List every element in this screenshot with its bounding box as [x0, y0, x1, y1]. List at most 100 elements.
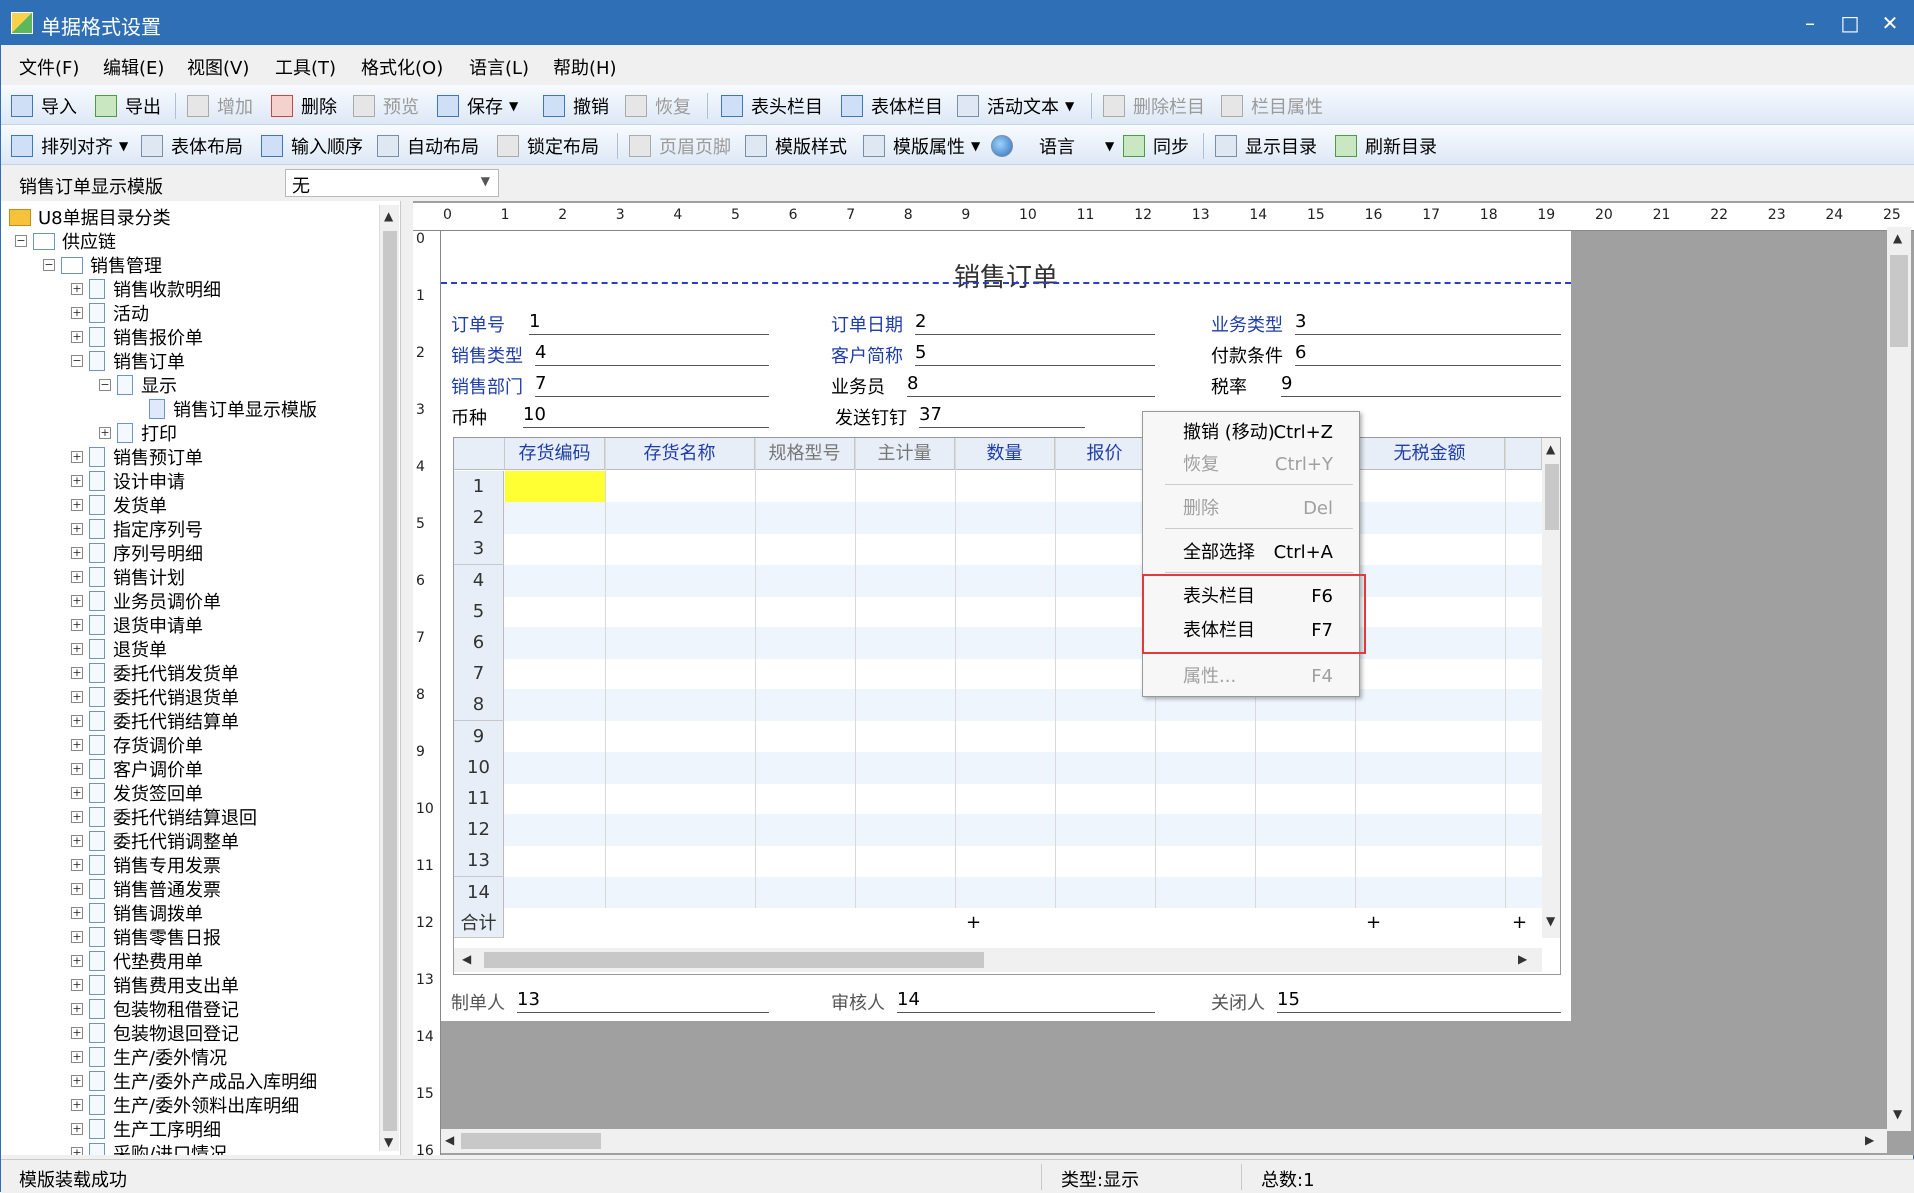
- tax-rate-field[interactable]: 9: [1281, 373, 1561, 397]
- currency-field[interactable]: 10: [523, 404, 769, 428]
- tree-node[interactable]: + 序列号明细: [71, 541, 203, 565]
- close-button[interactable]: ✕: [1875, 9, 1905, 37]
- tree-node[interactable]: + 采购/进口情况: [71, 1141, 227, 1155]
- menu-file[interactable]: 文件(F): [19, 54, 79, 80]
- body-column-button[interactable]: 表体栏目: [841, 93, 943, 119]
- expand-icon[interactable]: +: [71, 331, 83, 343]
- customer-label[interactable]: 客户简称: [831, 342, 903, 368]
- scroll-thumb[interactable]: [461, 1133, 601, 1149]
- tree-node[interactable]: + 退货申请单: [71, 613, 203, 637]
- column-header[interactable]: 规格型号: [755, 438, 855, 470]
- expand-icon[interactable]: +: [71, 1075, 83, 1087]
- import-button[interactable]: 导入: [11, 93, 77, 119]
- expand-icon[interactable]: +: [71, 667, 83, 679]
- table-row[interactable]: 2: [454, 502, 1560, 535]
- delete-button[interactable]: 删除: [271, 93, 337, 119]
- sales-type-field[interactable]: 4: [535, 342, 769, 366]
- salesman-label[interactable]: 业务员: [831, 373, 885, 399]
- table-row[interactable]: 1: [454, 471, 1560, 503]
- tree-node-template[interactable]: 销售订单显示模版: [149, 397, 317, 421]
- expand-icon[interactable]: +: [71, 1147, 83, 1155]
- order-no-label[interactable]: 订单号: [451, 311, 505, 337]
- scroll-down-icon[interactable]: ▼: [1546, 914, 1555, 928]
- maker-label[interactable]: 制单人: [451, 989, 505, 1015]
- scroll-down-icon[interactable]: ▼: [384, 1135, 393, 1149]
- tree-node[interactable]: + 包装物退回登记: [71, 1021, 239, 1045]
- tree-node[interactable]: + 委托代销结算单: [71, 709, 239, 733]
- maximize-button[interactable]: □: [1835, 9, 1865, 37]
- table-row[interactable]: 9: [454, 720, 1560, 753]
- add-button[interactable]: 增加: [187, 93, 253, 119]
- expand-icon[interactable]: +: [71, 547, 83, 559]
- expand-icon[interactable]: +: [71, 691, 83, 703]
- tree-node[interactable]: + 生产工序明细: [71, 1117, 221, 1141]
- expand-icon[interactable]: +: [71, 931, 83, 943]
- menu-view[interactable]: 视图(V): [187, 54, 249, 80]
- expand-icon[interactable]: +: [71, 979, 83, 991]
- context-properties[interactable]: 属性... F4: [1143, 662, 1361, 692]
- ship-pin-label[interactable]: 发送钉钉: [835, 404, 907, 430]
- expand-icon[interactable]: +: [71, 955, 83, 967]
- scroll-up-icon[interactable]: ▲: [1893, 231, 1902, 245]
- table-row[interactable]: 13: [454, 845, 1560, 878]
- tree-node[interactable]: + 指定序列号: [71, 517, 203, 541]
- tree-node[interactable]: + 代垫费用单: [71, 949, 203, 973]
- context-delete[interactable]: 删除 Del: [1143, 494, 1361, 524]
- body-layout-button[interactable]: 表体布局: [141, 133, 243, 159]
- tree-node[interactable]: + 销售专用发票: [71, 853, 221, 877]
- column-header[interactable]: 存货编码: [505, 438, 605, 470]
- expand-icon[interactable]: +: [71, 1123, 83, 1135]
- tree-node[interactable]: + 发货单: [71, 493, 167, 517]
- tree-node[interactable]: + 委托代销调整单: [71, 829, 239, 853]
- scroll-up-icon[interactable]: ▲: [1546, 442, 1555, 456]
- table-row[interactable]: 10: [454, 751, 1560, 784]
- expand-icon[interactable]: +: [99, 427, 111, 439]
- tree-node[interactable]: + 业务员调价单: [71, 589, 221, 613]
- tree-node[interactable]: + 生产/委外情况: [71, 1045, 227, 1069]
- column-header[interactable]: 主计量: [855, 438, 955, 470]
- auditor-label[interactable]: 审核人: [831, 989, 885, 1015]
- body-grid[interactable]: 存货编码 存货名称 规格型号 主计量 数量 报价 无税金额 1234567891…: [453, 437, 1561, 975]
- closer-label[interactable]: 关闭人: [1211, 989, 1265, 1015]
- tree-node-print[interactable]: + 打印: [99, 421, 177, 445]
- tree-node[interactable]: + 生产/委外产成品入库明细: [71, 1069, 317, 1093]
- expand-icon[interactable]: +: [71, 475, 83, 487]
- expand-icon[interactable]: +: [71, 763, 83, 775]
- tree-scrollbar[interactable]: ▲ ▼: [379, 205, 399, 1151]
- scroll-left-icon[interactable]: ◀: [445, 1133, 454, 1147]
- redo-button[interactable]: 恢复: [625, 93, 691, 119]
- context-undo[interactable]: 撤销 (移动) Ctrl+Z: [1143, 418, 1361, 448]
- expand-icon[interactable]: +: [71, 907, 83, 919]
- column-header[interactable]: 无税金额: [1355, 438, 1505, 470]
- menu-edit[interactable]: 编辑(E): [103, 54, 164, 80]
- expand-icon[interactable]: +: [71, 787, 83, 799]
- tree-node[interactable]: + 退货单: [71, 637, 167, 661]
- preview-button[interactable]: 预览: [353, 93, 419, 119]
- expand-icon[interactable]: +: [71, 883, 83, 895]
- tree-node[interactable]: + 销售预订单: [71, 445, 203, 469]
- expand-icon[interactable]: +: [71, 1051, 83, 1063]
- tree-node[interactable]: + 委托代销退货单: [71, 685, 239, 709]
- menu-help[interactable]: 帮助(H): [553, 54, 617, 80]
- expand-icon[interactable]: +: [71, 307, 83, 319]
- tree-node[interactable]: + 客户调价单: [71, 757, 203, 781]
- tree-node[interactable]: + 委托代销结算退回: [71, 805, 257, 829]
- expand-icon[interactable]: +: [71, 595, 83, 607]
- tax-rate-label[interactable]: 税率: [1211, 373, 1247, 399]
- column-header[interactable]: [1505, 438, 1542, 470]
- dept-field[interactable]: 7: [535, 373, 769, 397]
- save-button[interactable]: 保存 ▼: [437, 93, 518, 119]
- payment-field[interactable]: 6: [1295, 342, 1561, 366]
- form-title[interactable]: 销售订单: [441, 257, 1571, 294]
- collapse-icon[interactable]: −: [99, 379, 111, 391]
- table-row[interactable]: 7: [454, 658, 1560, 691]
- order-date-field[interactable]: 2: [915, 311, 1155, 335]
- header-column-button[interactable]: 表头栏目: [721, 93, 823, 119]
- sales-type-label[interactable]: 销售类型: [451, 342, 523, 368]
- expand-icon[interactable]: +: [71, 499, 83, 511]
- header-footer-button[interactable]: 页眉页脚: [629, 133, 731, 159]
- scroll-up-icon[interactable]: ▲: [384, 209, 393, 223]
- currency-label[interactable]: 币种: [451, 404, 487, 430]
- column-properties-button[interactable]: 栏目属性: [1221, 93, 1323, 119]
- biz-type-label[interactable]: 业务类型: [1211, 311, 1283, 337]
